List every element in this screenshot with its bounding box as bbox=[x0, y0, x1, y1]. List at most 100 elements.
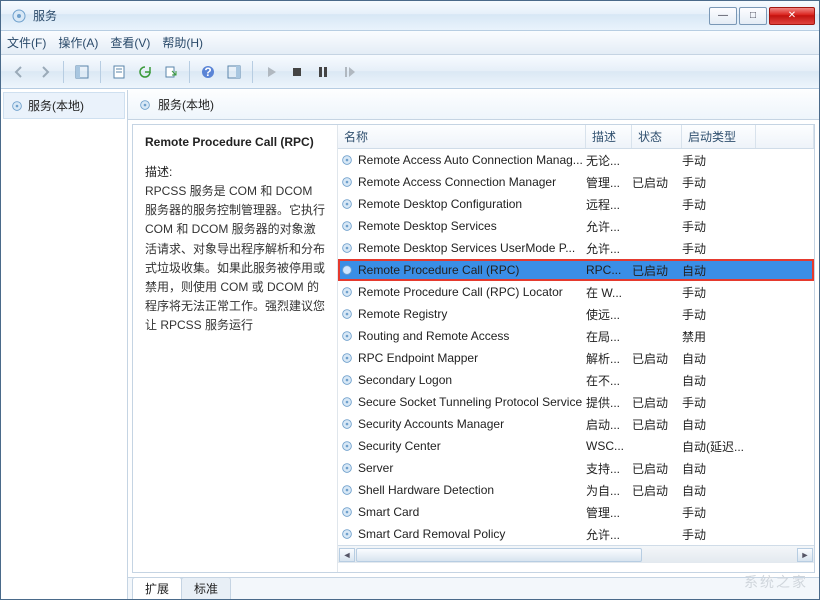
toolbar: ? bbox=[1, 55, 819, 89]
close-button[interactable] bbox=[769, 7, 815, 25]
tree-pane[interactable]: 服务(本地) bbox=[1, 90, 128, 599]
service-row[interactable]: Security CenterWSC...自动(延迟... bbox=[338, 435, 814, 457]
refresh-button[interactable] bbox=[133, 60, 157, 84]
service-row[interactable]: RPC Endpoint Mapper解析...已启动自动 bbox=[338, 347, 814, 369]
cell-status: 已启动 bbox=[632, 460, 682, 477]
column-status[interactable]: 状态 bbox=[632, 125, 682, 148]
service-row[interactable]: Routing and Remote Access在局...禁用 bbox=[338, 325, 814, 347]
cell-startup: 手动 bbox=[682, 196, 756, 213]
cell-description: 允许... bbox=[586, 526, 632, 543]
column-name[interactable]: 名称 bbox=[338, 125, 586, 148]
export-button[interactable] bbox=[159, 60, 183, 84]
cell-status: 已启动 bbox=[632, 262, 682, 279]
gear-icon bbox=[340, 285, 354, 299]
show-hide-tree-button[interactable] bbox=[70, 60, 94, 84]
view-tabs: 扩展 标准 bbox=[128, 577, 819, 599]
cell-description: 管理... bbox=[586, 504, 632, 521]
scroll-thumb[interactable] bbox=[356, 548, 642, 562]
gear-icon bbox=[340, 483, 354, 497]
service-row[interactable]: Smart Card Removal Policy允许...手动 bbox=[338, 523, 814, 545]
action-pane-button[interactable] bbox=[222, 60, 246, 84]
service-row[interactable]: Security Accounts Manager启动...已启动自动 bbox=[338, 413, 814, 435]
service-row[interactable]: Remote Access Connection Manager管理...已启动… bbox=[338, 171, 814, 193]
cell-name: Remote Registry bbox=[356, 307, 586, 321]
tab-standard[interactable]: 标准 bbox=[181, 577, 231, 599]
cell-name: Remote Desktop Services bbox=[356, 219, 586, 233]
cell-startup: 手动 bbox=[682, 240, 756, 257]
service-row[interactable]: Remote Procedure Call (RPC)RPC...已启动自动 bbox=[338, 259, 814, 281]
menu-view[interactable]: 查看(V) bbox=[110, 34, 150, 51]
gear-icon bbox=[340, 197, 354, 211]
maximize-button[interactable] bbox=[739, 7, 767, 25]
cell-description: 允许... bbox=[586, 218, 632, 235]
gear-icon bbox=[340, 241, 354, 255]
cell-startup: 自动(延迟... bbox=[682, 438, 756, 455]
properties-button[interactable] bbox=[107, 60, 131, 84]
cell-name: Remote Procedure Call (RPC) Locator bbox=[356, 285, 586, 299]
column-spacer bbox=[756, 125, 814, 148]
grid-header: 名称 描述 状态 启动类型 bbox=[338, 125, 814, 149]
pane-header: 服务(本地) bbox=[128, 90, 819, 120]
description-label: 描述: bbox=[145, 163, 325, 180]
app-icon bbox=[11, 8, 27, 24]
cell-name: Remote Desktop Services UserMode P... bbox=[356, 241, 586, 255]
menu-file[interactable]: 文件(F) bbox=[7, 34, 46, 51]
cell-name: Remote Access Auto Connection Manag... bbox=[356, 153, 586, 167]
services-grid[interactable]: 名称 描述 状态 启动类型 Remote Access Auto Connect… bbox=[338, 125, 814, 572]
services-window: 服务 文件(F) 操作(A) 查看(V) 帮助(H) ? bbox=[0, 0, 820, 600]
cell-description: 在局... bbox=[586, 328, 632, 345]
service-row[interactable]: Remote Desktop Configuration远程...手动 bbox=[338, 193, 814, 215]
titlebar[interactable]: 服务 bbox=[1, 1, 819, 31]
gear-icon bbox=[340, 373, 354, 387]
service-row[interactable]: Shell Hardware Detection为自...已启动自动 bbox=[338, 479, 814, 501]
service-row[interactable]: Remote Desktop Services UserMode P...允许.… bbox=[338, 237, 814, 259]
service-row[interactable]: Remote Access Auto Connection Manag...无论… bbox=[338, 149, 814, 171]
cell-status: 已启动 bbox=[632, 174, 682, 191]
restart-service-button[interactable] bbox=[337, 60, 361, 84]
cell-startup: 手动 bbox=[682, 504, 756, 521]
menu-help[interactable]: 帮助(H) bbox=[162, 34, 203, 51]
cell-startup: 手动 bbox=[682, 306, 756, 323]
start-service-button[interactable] bbox=[259, 60, 283, 84]
service-row[interactable]: Remote Desktop Services允许...手动 bbox=[338, 215, 814, 237]
pause-service-button[interactable] bbox=[311, 60, 335, 84]
cell-status: 已启动 bbox=[632, 482, 682, 499]
service-row[interactable]: Server支持...已启动自动 bbox=[338, 457, 814, 479]
pane-header-title: 服务(本地) bbox=[158, 96, 214, 113]
menubar: 文件(F) 操作(A) 查看(V) 帮助(H) bbox=[1, 31, 819, 55]
cell-description: 在 W... bbox=[586, 284, 632, 301]
stop-service-button[interactable] bbox=[285, 60, 309, 84]
service-row[interactable]: Remote Procedure Call (RPC) Locator在 W..… bbox=[338, 281, 814, 303]
cell-description: 无论... bbox=[586, 152, 632, 169]
horizontal-scrollbar[interactable]: ◄ ► bbox=[338, 545, 814, 563]
cell-startup: 自动 bbox=[682, 416, 756, 433]
gear-icon bbox=[340, 219, 354, 233]
column-description[interactable]: 描述 bbox=[586, 125, 632, 148]
cell-description: 使远... bbox=[586, 306, 632, 323]
forward-button[interactable] bbox=[33, 60, 57, 84]
cell-description: 在不... bbox=[586, 372, 632, 389]
back-button[interactable] bbox=[7, 60, 31, 84]
description-panel: Remote Procedure Call (RPC) 描述: RPCSS 服务… bbox=[133, 125, 338, 572]
cell-status: 已启动 bbox=[632, 416, 682, 433]
scroll-right-icon[interactable]: ► bbox=[797, 548, 813, 562]
cell-description: 为自... bbox=[586, 482, 632, 499]
gear-icon bbox=[340, 461, 354, 475]
minimize-button[interactable] bbox=[709, 7, 737, 25]
gear-icon bbox=[340, 395, 354, 409]
service-row[interactable]: Secure Socket Tunneling Protocol Service… bbox=[338, 391, 814, 413]
service-row[interactable]: Smart Card管理...手动 bbox=[338, 501, 814, 523]
service-row[interactable]: Remote Registry使远... 手动 bbox=[338, 303, 814, 325]
help-button[interactable]: ? bbox=[196, 60, 220, 84]
scroll-left-icon[interactable]: ◄ bbox=[339, 548, 355, 562]
gear-icon bbox=[340, 329, 354, 343]
selected-service-name: Remote Procedure Call (RPC) bbox=[145, 135, 325, 149]
menu-action[interactable]: 操作(A) bbox=[58, 34, 98, 51]
gear-icon bbox=[340, 153, 354, 167]
tree-node-services-local[interactable]: 服务(本地) bbox=[3, 92, 125, 119]
cell-startup: 自动 bbox=[682, 350, 756, 367]
cell-startup: 自动 bbox=[682, 460, 756, 477]
service-row[interactable]: Secondary Logon在不...自动 bbox=[338, 369, 814, 391]
tab-extended[interactable]: 扩展 bbox=[132, 577, 182, 599]
column-startup[interactable]: 启动类型 bbox=[682, 125, 756, 148]
